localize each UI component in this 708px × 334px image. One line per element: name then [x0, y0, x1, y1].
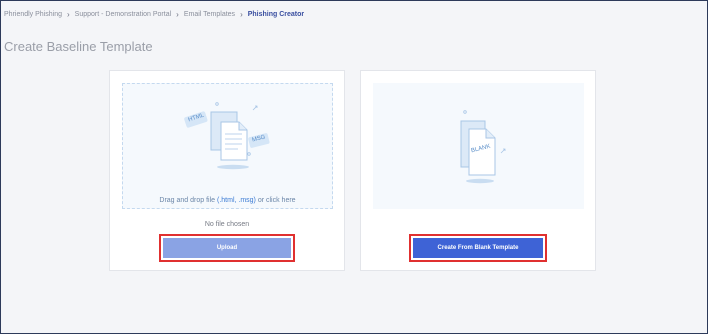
dropzone-text-prefix: Drag and drop file — [159, 197, 217, 204]
file-dropzone[interactable]: HTML MSG Drag and drop file (.html, .msg… — [122, 83, 333, 209]
chevron-right-icon: › — [240, 10, 243, 19]
upload-button[interactable]: Upload — [163, 238, 291, 258]
chevron-right-icon: › — [176, 10, 179, 19]
create-button-highlight: Create From Blank Template — [409, 234, 547, 262]
blank-template-preview: BLANK — [373, 83, 584, 209]
file-upload-illustration-icon — [184, 102, 270, 170]
blank-template-card: BLANK Create From Blank Template — [360, 70, 596, 271]
no-file-chosen-text: No file chosen — [204, 221, 250, 228]
chevron-right-icon: › — [66, 10, 70, 19]
breadcrumb-item-portal[interactable]: Support - Demonstration Portal — [75, 11, 172, 18]
breadcrumb: Phriendly Phishing › Support - Demonstra… — [4, 10, 304, 19]
dropzone-text-extensions: (.html, .msg) — [217, 197, 256, 204]
breadcrumb-item-current: Phishing Creator — [247, 11, 305, 18]
breadcrumb-item-phriendly-phishing[interactable]: Phriendly Phishing — [4, 11, 62, 18]
create-from-blank-template-button[interactable]: Create From Blank Template — [413, 238, 543, 258]
upload-button-highlight: Upload — [159, 234, 295, 262]
dropzone-instructions: Drag and drop file (.html, .msg) or clic… — [123, 197, 332, 204]
upload-template-card: HTML MSG Drag and drop file (.html, .msg… — [109, 70, 345, 271]
dropzone-text-suffix: or click here — [255, 197, 296, 204]
page-title: Create Baseline Template — [4, 39, 153, 54]
breadcrumb-item-email-templates[interactable]: Email Templates — [184, 11, 235, 18]
